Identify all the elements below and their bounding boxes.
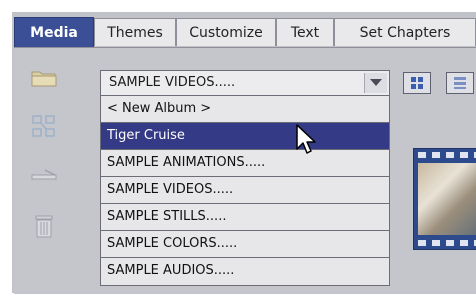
thumbnail-view-icon[interactable]: [403, 72, 431, 94]
trim-icon[interactable]: [24, 156, 64, 196]
window-frame: [0, 0, 476, 12]
film-strip-holes: [418, 152, 476, 158]
trash-icon[interactable]: [24, 206, 64, 246]
chevron-down-icon[interactable]: [364, 73, 387, 93]
tab-media[interactable]: Media: [14, 17, 94, 48]
list-item-tiger-cruise[interactable]: Tiger Cruise: [101, 123, 389, 150]
tab-media-label: Media: [30, 25, 78, 41]
organize-icon[interactable]: [24, 106, 64, 146]
list-item-sample-animations[interactable]: SAMPLE ANIMATIONS.....: [101, 150, 389, 177]
folder-icon[interactable]: [24, 58, 64, 98]
tab-customize-label: Customize: [189, 24, 263, 41]
tab-text[interactable]: Text: [276, 18, 334, 46]
media-window: Media Themes Customize Text Set Chapters: [0, 0, 476, 294]
media-thumbnail[interactable]: [413, 148, 476, 250]
tab-themes[interactable]: Themes: [94, 18, 176, 46]
list-item-sample-stills[interactable]: SAMPLE STILLS.....: [101, 204, 389, 231]
list-item-new-album[interactable]: < New Album >: [101, 96, 389, 123]
list-item-sample-videos[interactable]: SAMPLE VIDEOS.....: [101, 177, 389, 204]
window-frame-left: [0, 0, 12, 293]
album-select[interactable]: SAMPLE VIDEOS.....: [100, 70, 390, 96]
tab-set-chapters[interactable]: Set Chapters: [334, 18, 476, 46]
mouse-pointer-icon: [296, 124, 318, 156]
album-list: < New Album > Tiger Cruise SAMPLE ANIMAT…: [100, 96, 390, 286]
tab-themes-label: Themes: [107, 24, 163, 41]
tab-customize[interactable]: Customize: [176, 18, 276, 46]
tab-text-label: Text: [290, 24, 320, 41]
tab-set-chapters-label: Set Chapters: [359, 24, 451, 41]
tab-bar: Media Themes Customize Text Set Chapters: [14, 17, 476, 48]
album-select-value: SAMPLE VIDEOS.....: [109, 75, 236, 90]
list-view-icon[interactable]: [446, 72, 474, 94]
thumbnail-image: [418, 163, 476, 235]
list-item-sample-audios[interactable]: SAMPLE AUDIOS.....: [101, 258, 389, 285]
list-item-sample-colors[interactable]: SAMPLE COLORS.....: [101, 231, 389, 258]
film-strip-holes-bottom: [418, 240, 476, 246]
